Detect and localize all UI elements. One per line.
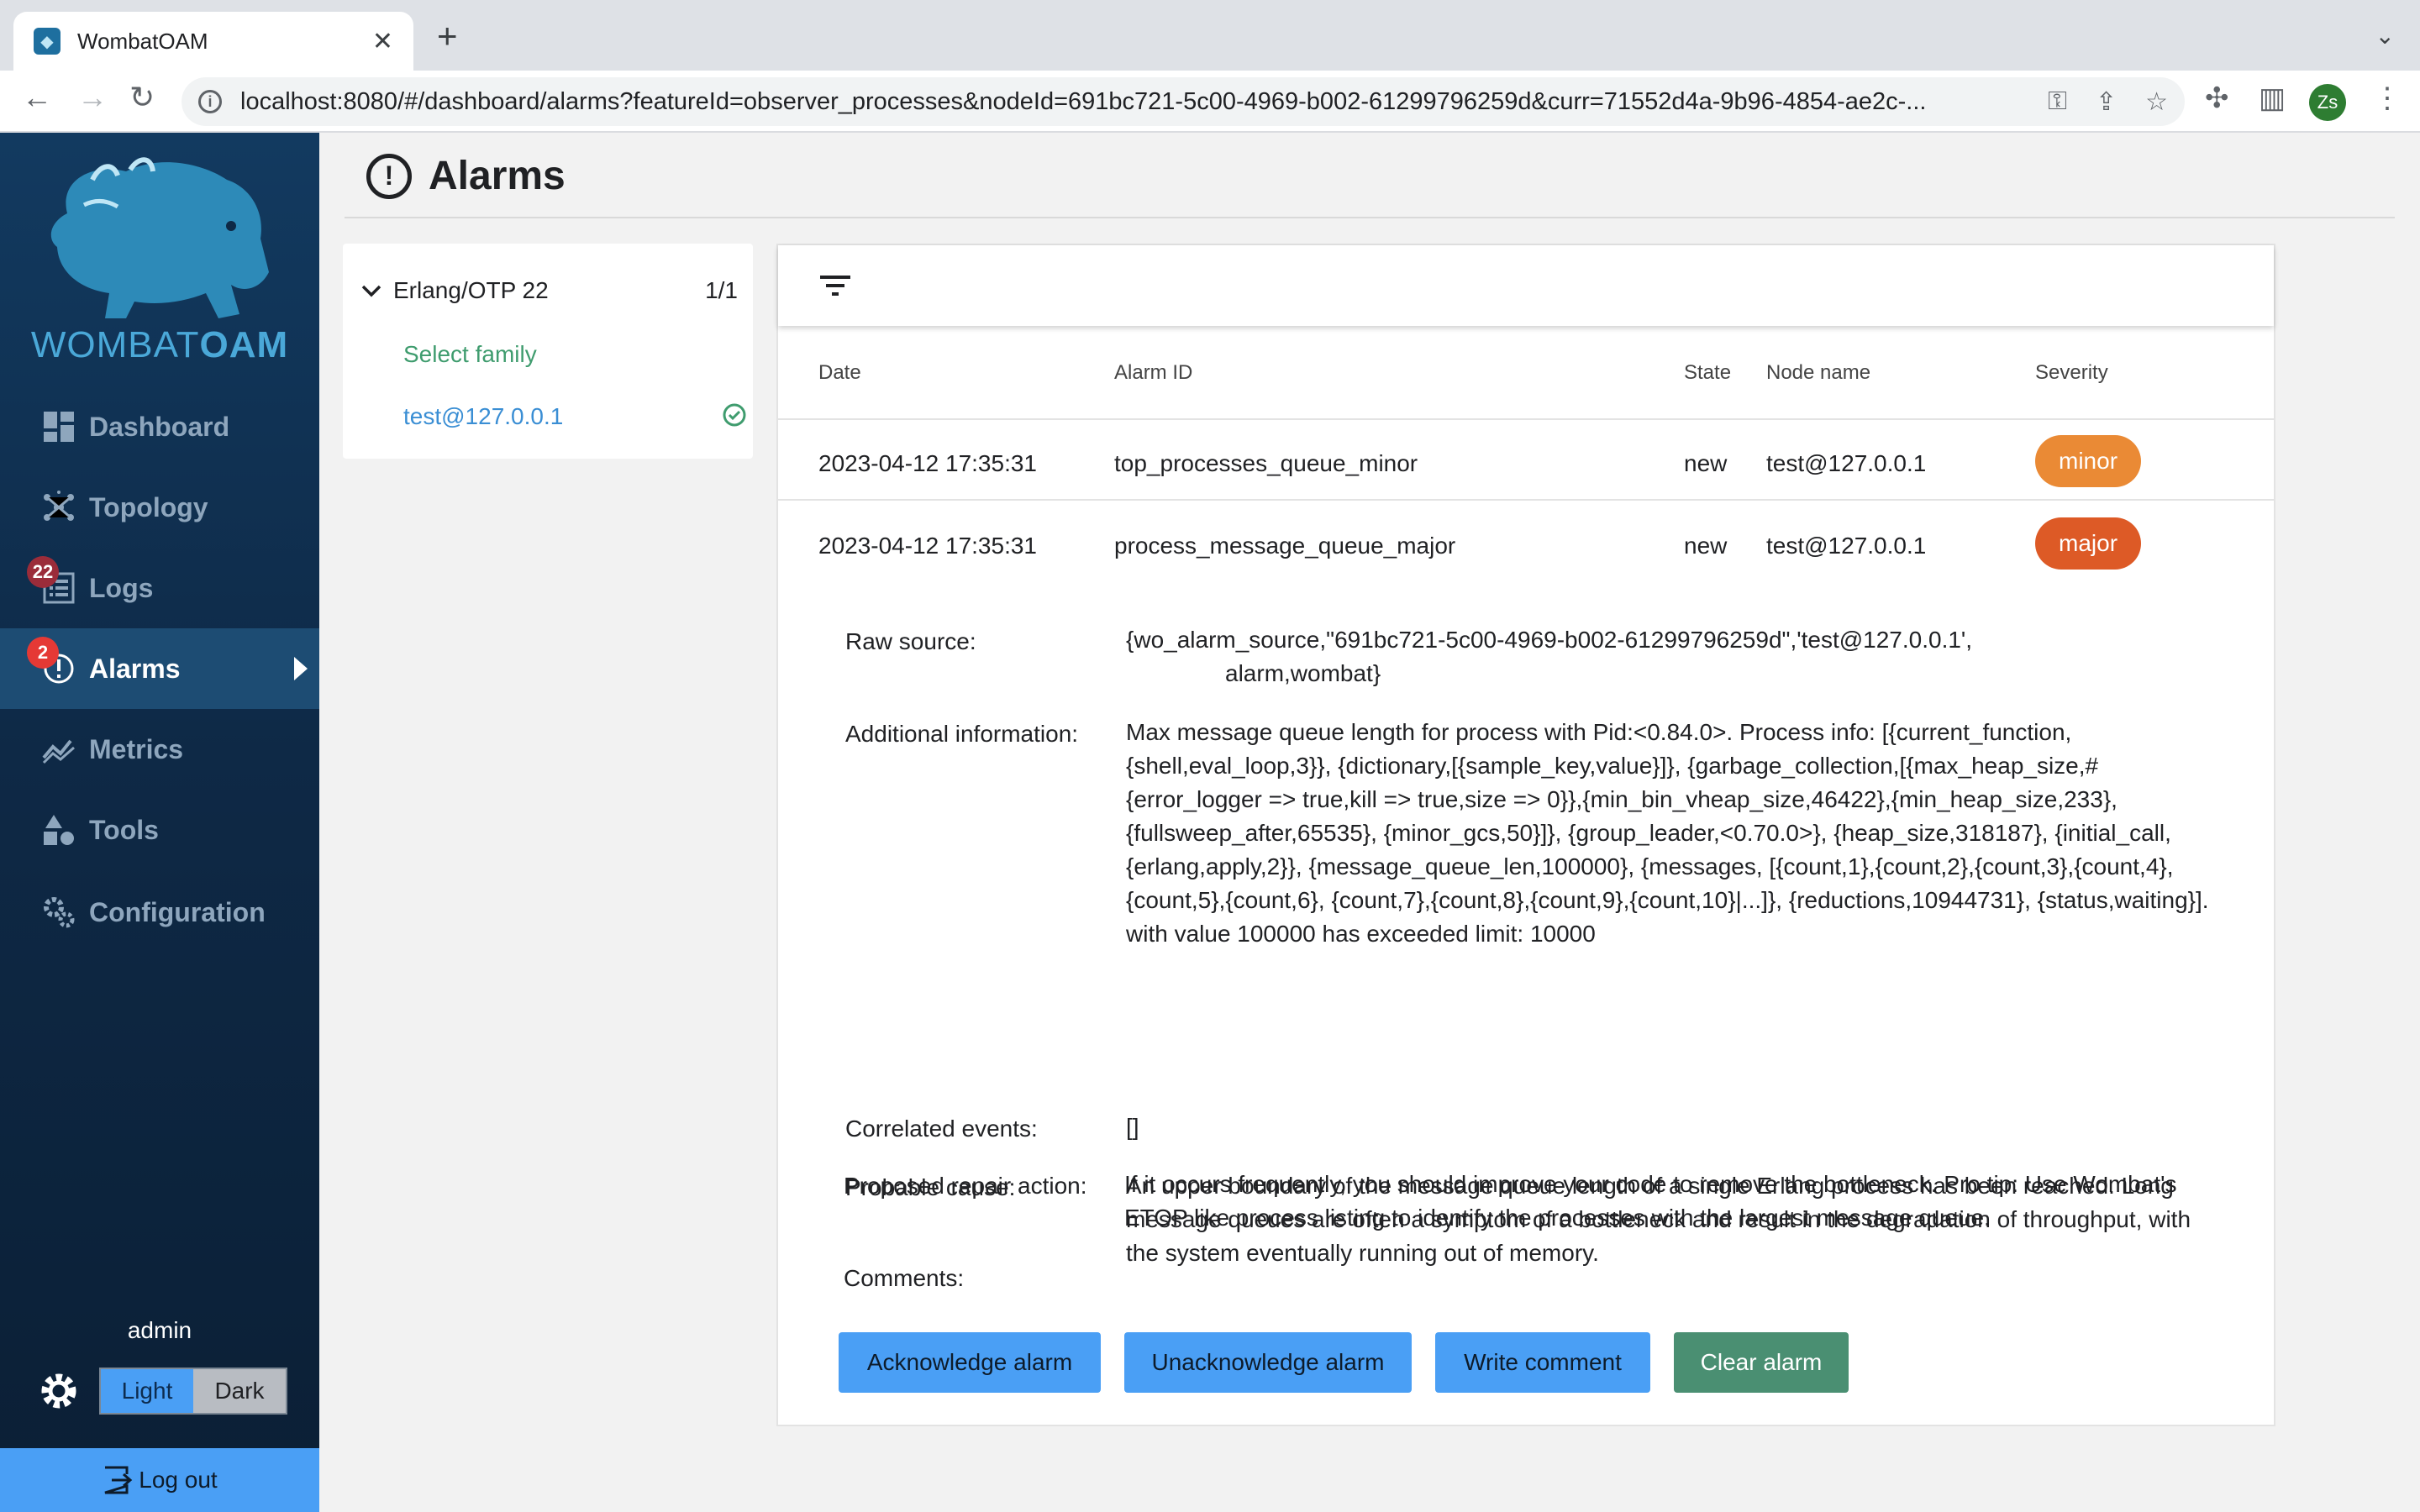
family-node-count: 1/1 xyxy=(705,277,738,303)
theme-toggle: Light Dark xyxy=(99,1368,287,1415)
sidebar-item-topology[interactable]: Topology xyxy=(0,467,319,548)
sidebar-item-tools[interactable]: Tools xyxy=(0,790,319,870)
logout-button[interactable]: Log out xyxy=(0,1448,319,1512)
browser-tabstrip: ◆ WombatOAM ✕ + ⌄ xyxy=(0,0,2420,71)
key-icon[interactable]: ⚿ xyxy=(2048,87,2067,116)
reload-icon[interactable]: ↻ xyxy=(129,82,155,113)
logout-label: Log out xyxy=(139,1467,218,1493)
profile-avatar[interactable]: Zs xyxy=(2309,84,2346,121)
extensions-icon[interactable]: ✣ xyxy=(2205,84,2229,113)
tab-close-icon[interactable]: ✕ xyxy=(372,27,393,56)
acknowledge-alarm-button[interactable]: Acknowledge alarm xyxy=(839,1332,1101,1393)
select-family-link[interactable]: Select family xyxy=(403,341,537,368)
check-circle-icon xyxy=(723,403,746,427)
clear-alarm-button[interactable]: Clear alarm xyxy=(1674,1332,1849,1393)
sidebar-item-label: Alarms xyxy=(89,653,181,684)
theme-switcher: Light Dark xyxy=(37,1368,287,1415)
forward-icon[interactable]: → xyxy=(77,82,108,113)
node-link[interactable]: test@127.0.0.1 xyxy=(403,403,563,430)
side-panel-icon[interactable]: ▥ xyxy=(2259,84,2286,113)
current-user-name: admin xyxy=(127,1317,192,1343)
sidebar-item-label: Configuration xyxy=(89,896,266,927)
sidebar: WOMBATOAM Dashboard Topology 22 Logs 2 A… xyxy=(0,133,319,1512)
sidebar-item-configuration[interactable]: Configuration xyxy=(0,872,319,953)
tools-icon xyxy=(44,815,74,845)
dashboard-icon xyxy=(44,412,74,442)
back-icon[interactable]: ← xyxy=(22,82,52,113)
theme-light-button[interactable]: Light xyxy=(101,1369,193,1413)
unacknowledge-alarm-button[interactable]: Unacknowledge alarm xyxy=(1124,1332,1412,1393)
sidebar-item-metrics[interactable]: Metrics xyxy=(0,709,319,790)
address-bar[interactable]: i localhost:8080/#/dashboard/alarms?feat… xyxy=(182,77,2185,126)
sidebar-item-label: Topology xyxy=(89,491,208,522)
header-divider xyxy=(345,217,2395,218)
sidebar-item-alarms[interactable]: 2 Alarms xyxy=(0,628,319,709)
node-tree-panel: Erlang/OTP 22 1/1 Select family test@127… xyxy=(343,244,753,459)
sidebar-item-logs[interactable]: 22 Logs xyxy=(0,548,319,628)
chevron-down-icon[interactable] xyxy=(360,279,383,302)
site-info-icon[interactable]: i xyxy=(198,90,222,113)
page-header: ! Alarms xyxy=(366,153,566,199)
page-title: Alarms xyxy=(429,154,566,198)
wombatoam-logo-text: WOMBATOAM xyxy=(30,324,289,365)
tab-title: WombatOAM xyxy=(77,28,208,54)
alarms-count-badge: 2 xyxy=(27,637,59,669)
alarm-title-icon: ! xyxy=(366,153,412,199)
theme-dark-button[interactable]: Dark xyxy=(193,1369,286,1413)
alarm-details-lower: Proposed repair action: If it occurs fre… xyxy=(776,244,2275,1426)
tab-search-chevron-icon[interactable]: ⌄ xyxy=(2375,22,2395,50)
browser-toolbar: ← → ↻ i localhost:8080/#/dashboard/alarm… xyxy=(0,71,2420,133)
share-icon[interactable]: ⇪ xyxy=(2096,87,2117,117)
sidebar-item-label: Tools xyxy=(89,814,159,845)
configuration-icon xyxy=(44,897,75,928)
active-arrow-icon xyxy=(294,657,308,680)
repair-action-label: Proposed repair action: xyxy=(844,1173,1087,1199)
family-tree-header[interactable]: Erlang/OTP 22 1/1 xyxy=(360,277,738,304)
wombat-logo-icon xyxy=(50,157,270,318)
sidebar-item-label: Dashboard xyxy=(89,411,230,442)
browser-menu-icon[interactable]: ⋮ xyxy=(2373,84,2402,113)
topology-icon xyxy=(44,491,74,521)
repair-action-value: If it occurs frequently, you should impr… xyxy=(1124,1171,2177,1231)
comments-label: Comments: xyxy=(844,1265,965,1291)
write-comment-button[interactable]: Write comment xyxy=(1435,1332,1650,1393)
logout-icon xyxy=(104,1466,133,1494)
sidebar-item-label: Logs xyxy=(89,572,154,603)
gear-icon[interactable] xyxy=(37,1369,81,1413)
browser-tab[interactable]: ◆ WombatOAM ✕ xyxy=(13,12,413,71)
wombat-favicon-icon: ◆ xyxy=(34,28,60,55)
logs-count-badge: 22 xyxy=(27,556,59,588)
sidebar-item-label: Metrics xyxy=(89,733,184,764)
bookmark-star-icon[interactable]: ☆ xyxy=(2145,87,2168,117)
metrics-icon xyxy=(42,739,75,764)
sidebar-item-dashboard[interactable]: Dashboard xyxy=(0,386,319,467)
family-name: Erlang/OTP 22 xyxy=(393,277,549,303)
new-tab-icon[interactable]: + xyxy=(437,18,458,54)
url-text[interactable]: localhost:8080/#/dashboard/alarms?featur… xyxy=(240,88,2019,116)
